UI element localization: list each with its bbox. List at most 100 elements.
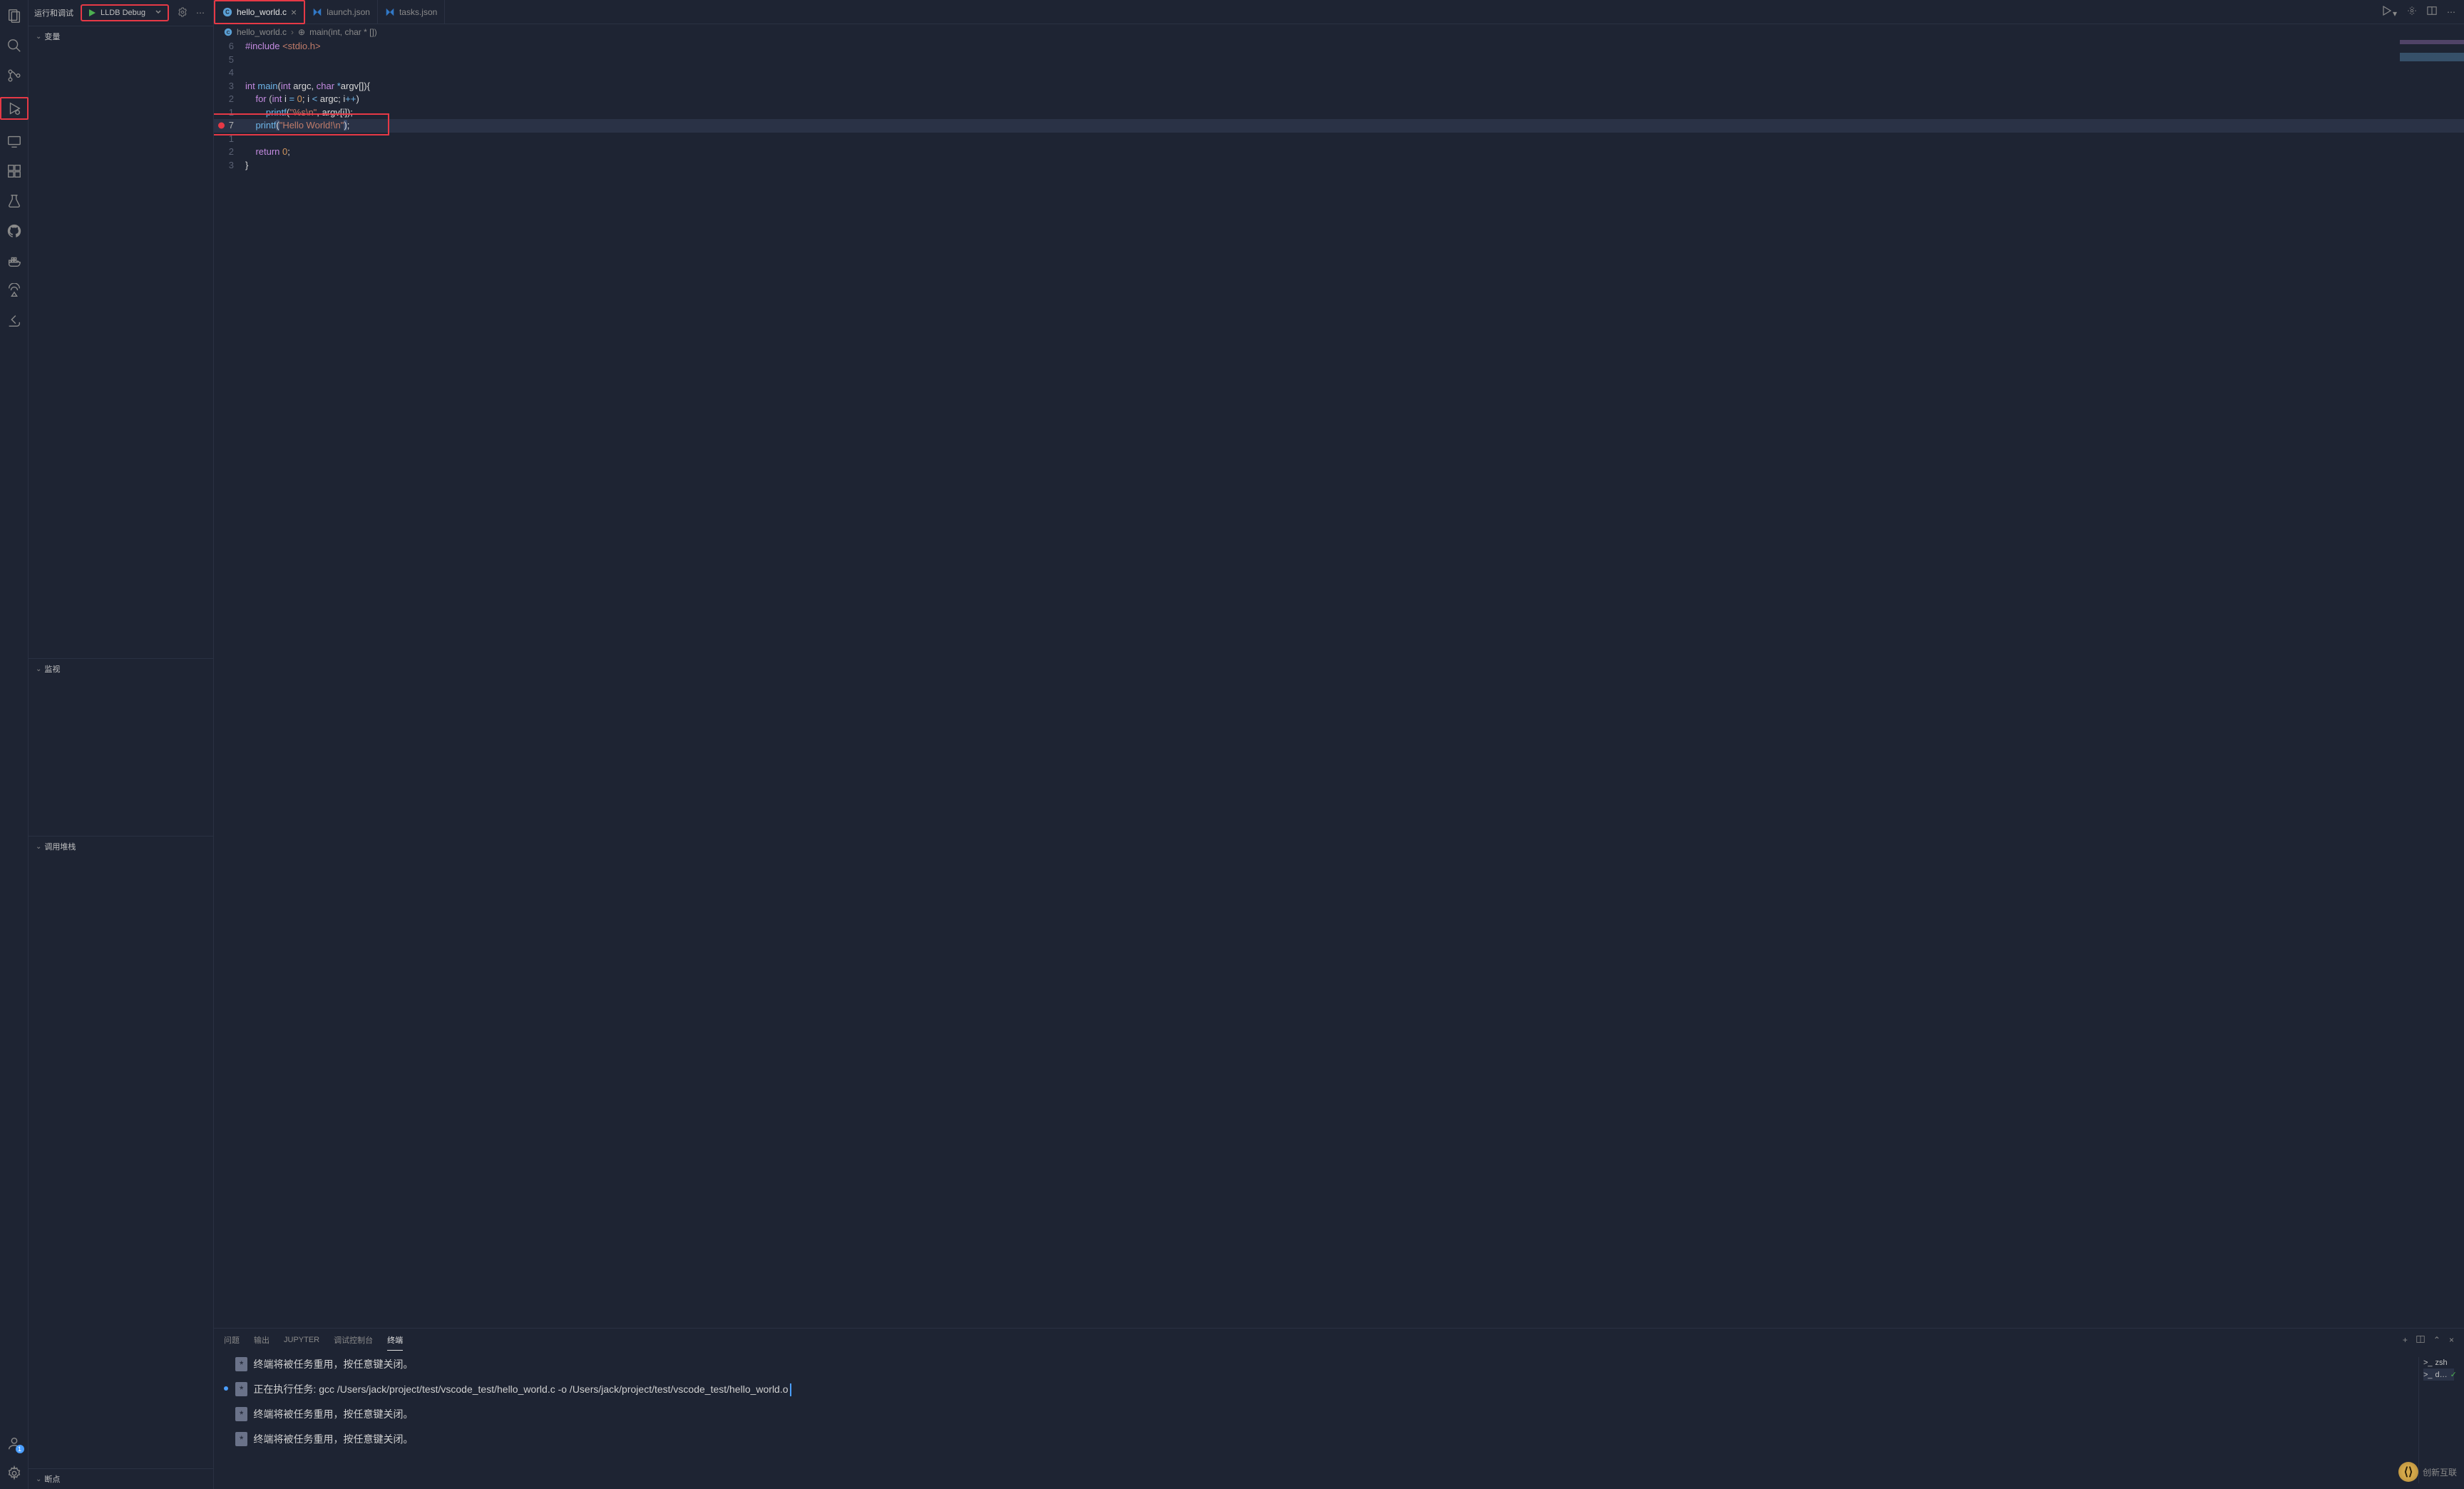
line-number: 3 bbox=[214, 159, 245, 173]
bottom-panel: 问题 输出 JUPYTER 调试控制台 终端 + ⌃ × * 终端将被任务重用，按… bbox=[214, 1328, 2464, 1489]
breadcrumb[interactable]: C hello_world.c › ⊕ main(int, char * []) bbox=[214, 24, 2464, 40]
breadcrumb-symbol: main(int, char * []) bbox=[309, 27, 377, 37]
code-text: int main(int argc, char *argv[]){ bbox=[245, 80, 370, 93]
json-file-icon bbox=[385, 7, 395, 17]
code-text: for (int i = 0; i < argc; i++) bbox=[245, 93, 359, 106]
github-icon[interactable] bbox=[6, 222, 23, 240]
terminal-cursor bbox=[790, 1383, 791, 1396]
code-line[interactable]: 2 return 0; bbox=[214, 145, 2464, 159]
terminal-icon: >_ bbox=[2423, 1371, 2433, 1379]
code-editor[interactable]: 6#include <stdio.h>543int main(int argc,… bbox=[214, 40, 2464, 1328]
search-icon[interactable] bbox=[6, 37, 23, 54]
function-icon: ⊕ bbox=[298, 27, 305, 37]
terminal-name: d… bbox=[2435, 1371, 2448, 1379]
line-number: 7 bbox=[214, 119, 245, 133]
terminal-text: 终端将被任务重用，按任意键关闭。 bbox=[253, 1407, 2418, 1422]
chevron-icon: ⌄ bbox=[36, 843, 41, 851]
code-line[interactable]: 2 for (int i = 0; i < argc; i++) bbox=[214, 93, 2464, 106]
maximize-icon[interactable]: ⌃ bbox=[2433, 1335, 2440, 1346]
close-icon[interactable]: × bbox=[291, 6, 297, 18]
more-icon[interactable]: ⋯ bbox=[2447, 7, 2455, 17]
panel-tabs: 问题 输出 JUPYTER 调试控制台 终端 + ⌃ × bbox=[214, 1329, 2464, 1351]
terminal-icon: >_ bbox=[2423, 1358, 2433, 1367]
tab-name: launch.json bbox=[327, 7, 370, 17]
tab-bar: C hello_world.c × launch.json tasks.json bbox=[214, 0, 2464, 24]
terminal-text: 正在执行任务: gcc /Users/jack/project/test/vsc… bbox=[253, 1382, 2418, 1397]
run-icon[interactable]: ▾ bbox=[2381, 5, 2397, 19]
testing-icon[interactable] bbox=[6, 193, 23, 210]
chevron-icon: ⌄ bbox=[36, 665, 41, 673]
tab-hello-world[interactable]: C hello_world.c × bbox=[214, 0, 305, 24]
minimap[interactable] bbox=[2400, 40, 2464, 83]
terminal-badge: * bbox=[235, 1407, 247, 1421]
line-number: 2 bbox=[214, 145, 245, 159]
docker-icon[interactable] bbox=[6, 252, 23, 270]
terminal-marker bbox=[224, 1386, 230, 1391]
activity-bar: 1 bbox=[0, 0, 29, 1489]
terminal-item-zsh[interactable]: >_ zsh bbox=[2423, 1357, 2454, 1368]
terminal-line: *正在执行任务: gcc /Users/jack/project/test/vs… bbox=[224, 1382, 2418, 1397]
breakpoint-icon[interactable] bbox=[218, 123, 225, 129]
code-line[interactable]: 3} bbox=[214, 159, 2464, 173]
code-line[interactable]: 1 printf("%s\n", argv[i]); bbox=[214, 106, 2464, 120]
section-title: 调用堆栈 bbox=[44, 841, 76, 852]
tab-problems[interactable]: 问题 bbox=[224, 1330, 240, 1350]
line-number: 6 bbox=[214, 40, 245, 53]
sidebar-title: 运行和调试 bbox=[34, 7, 73, 19]
tab-name: hello_world.c bbox=[237, 7, 287, 17]
code-line[interactable]: 3int main(int argc, char *argv[]){ bbox=[214, 80, 2464, 93]
code-text: printf("%s\n", argv[i]); bbox=[245, 106, 353, 120]
code-line[interactable]: 4 bbox=[214, 66, 2464, 80]
code-line[interactable]: 6#include <stdio.h> bbox=[214, 40, 2464, 53]
watermark: ⟨⟩ 创新互联 bbox=[2398, 1462, 2457, 1482]
gear-icon[interactable] bbox=[178, 7, 188, 19]
remote-icon[interactable] bbox=[6, 133, 23, 150]
settings-gear-icon[interactable] bbox=[6, 1465, 23, 1482]
line-number: 1 bbox=[214, 106, 245, 120]
section-header-callstack[interactable]: ⌄ 调用堆栈 bbox=[29, 836, 213, 856]
section-header-watch[interactable]: ⌄ 监视 bbox=[29, 659, 213, 679]
terminal-text: 终端将被任务重用，按任意键关闭。 bbox=[253, 1357, 2418, 1372]
accounts-icon[interactable]: 1 bbox=[6, 1435, 23, 1452]
gear-icon[interactable] bbox=[2407, 6, 2417, 18]
terminal-item-task[interactable]: >_ d… ✓ bbox=[2423, 1368, 2454, 1381]
code-text: printf("Hello World!\n"); bbox=[245, 119, 349, 133]
breadcrumb-separator: › bbox=[291, 27, 294, 37]
tab-jupyter[interactable]: JUPYTER bbox=[284, 1331, 319, 1349]
debug-config-selector[interactable]: LLDB Debug bbox=[81, 4, 169, 21]
debug-sidebar: 运行和调试 LLDB Debug ⋯ ⌄ 变量 ⌄ bbox=[29, 0, 214, 1489]
tab-output[interactable]: 输出 bbox=[254, 1330, 270, 1350]
remote-explorer-icon[interactable] bbox=[6, 282, 23, 300]
editor-area: C hello_world.c × launch.json tasks.json bbox=[214, 0, 2464, 1489]
line-number: 2 bbox=[214, 93, 245, 106]
more-icon[interactable]: ⋯ bbox=[196, 8, 205, 18]
code-text: } bbox=[245, 159, 248, 173]
tab-tasks-json[interactable]: tasks.json bbox=[378, 0, 445, 24]
split-icon[interactable] bbox=[2427, 6, 2437, 18]
section-header-variables[interactable]: ⌄ 变量 bbox=[29, 26, 213, 46]
split-terminal-icon[interactable] bbox=[2416, 1335, 2425, 1346]
callstack-section: ⌄ 调用堆栈 bbox=[29, 836, 213, 856]
tab-launch-json[interactable]: launch.json bbox=[305, 0, 378, 24]
source-control-icon[interactable] bbox=[6, 67, 23, 84]
c-file-icon: C bbox=[224, 28, 232, 36]
line-number: 4 bbox=[214, 66, 245, 80]
check-icon: ✓ bbox=[2450, 1370, 2457, 1379]
explorer-icon[interactable] bbox=[6, 7, 23, 24]
svg-text:C: C bbox=[225, 9, 230, 15]
code-line[interactable]: 1 bbox=[214, 133, 2464, 146]
tab-debug-console[interactable]: 调试控制台 bbox=[334, 1330, 373, 1350]
extensions-icon[interactable] bbox=[6, 163, 23, 180]
code-text: #include <stdio.h> bbox=[245, 40, 321, 53]
code-line[interactable]: 7 printf("Hello World!\n"); bbox=[214, 119, 2464, 133]
tab-terminal[interactable]: 终端 bbox=[387, 1330, 403, 1351]
section-header-breakpoints[interactable]: ⌄ 断点 bbox=[29, 1469, 213, 1489]
back-icon[interactable] bbox=[6, 312, 23, 329]
line-number: 1 bbox=[214, 133, 245, 146]
close-panel-icon[interactable]: × bbox=[2449, 1335, 2454, 1346]
svg-text:C: C bbox=[227, 30, 230, 35]
run-debug-icon[interactable] bbox=[0, 97, 29, 120]
new-terminal-icon[interactable]: + bbox=[2403, 1335, 2408, 1346]
code-line[interactable]: 5 bbox=[214, 53, 2464, 67]
terminal-content[interactable]: * 终端将被任务重用，按任意键关闭。 *正在执行任务: gcc /Users/jac… bbox=[214, 1351, 2464, 1489]
